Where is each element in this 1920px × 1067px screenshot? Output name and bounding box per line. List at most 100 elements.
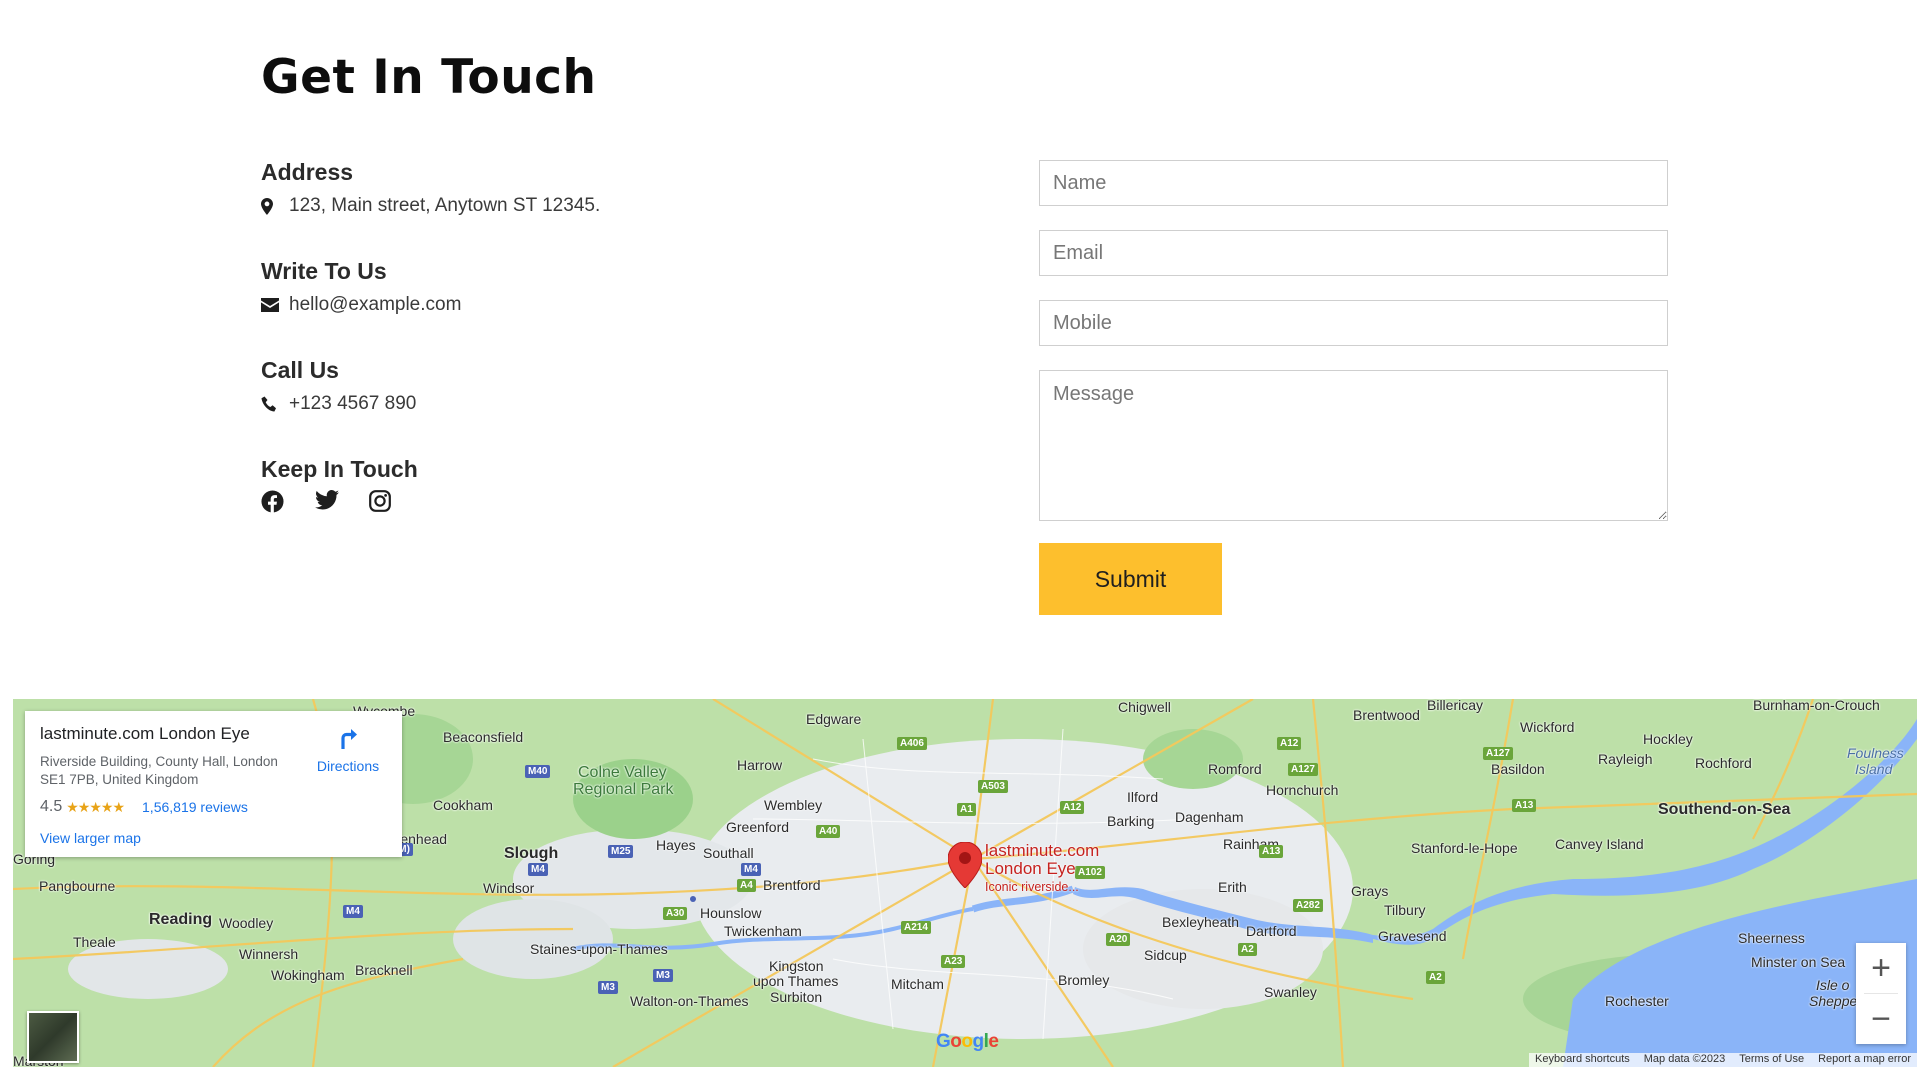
place-label: Theale [73, 934, 116, 950]
place-label: Ilford [1127, 789, 1159, 805]
place-label: Barking [1107, 813, 1155, 829]
road-badge: A30 [663, 907, 688, 920]
place-label: Dartford [1246, 923, 1297, 939]
place-label: Grays [1351, 883, 1389, 899]
place-label: Burnham-on-Crouch [1753, 699, 1880, 713]
place-label: Pangbourne [39, 878, 116, 894]
call-heading: Call Us [261, 357, 339, 383]
phone-row: +123 4567 890 [261, 391, 821, 417]
marker-label-line3: Iconic riverside... [985, 880, 1079, 894]
page-title: Get In Touch [261, 50, 597, 105]
envelope-icon [261, 298, 289, 312]
place-label: Wembley [764, 797, 823, 813]
place-label: Stanford-le-Hope [1411, 840, 1518, 856]
place-label: Southall [703, 845, 754, 861]
place-title: lastminute.com London Eye [40, 724, 250, 743]
place-label: Windsor [483, 880, 535, 896]
view-larger-map-link[interactable]: View larger map [40, 830, 141, 846]
road-badge: A40 [816, 825, 841, 838]
instagram-icon[interactable] [369, 490, 393, 514]
phone-value[interactable]: +123 4567 890 [289, 391, 416, 417]
social-links [261, 490, 821, 514]
reviews-link[interactable]: 1,56,819 reviews [142, 799, 248, 815]
road-badge: M4 [343, 905, 363, 918]
place-label: Sheerness [1738, 930, 1805, 946]
place-label: Beaconsfield [443, 729, 524, 745]
road-badge: A214 [901, 921, 931, 934]
google-logo: Google [936, 1031, 999, 1052]
email-value[interactable]: hello@example.com [289, 292, 461, 318]
facebook-icon[interactable] [261, 490, 285, 514]
road-badge: A2 [1426, 971, 1445, 984]
place-label: Erith [1218, 879, 1247, 895]
place-label: Island [1855, 761, 1893, 777]
place-label: Dagenham [1175, 809, 1244, 825]
directions-label: Directions [316, 758, 380, 774]
road-badge: A20 [1106, 933, 1131, 946]
terms-link[interactable]: Terms of Use [1739, 1053, 1804, 1067]
map-embed[interactable]: Chigwell Brentwood Billericay Burnham-on… [13, 699, 1917, 1067]
phone-icon [261, 396, 289, 413]
social-heading: Keep In Touch [261, 456, 418, 482]
rating-stars-icon: ★★★★★ [66, 798, 125, 815]
place-label: Surbiton [770, 989, 823, 1005]
place-label: Hounslow [700, 905, 762, 921]
zoom-in-button[interactable]: + [1856, 943, 1906, 993]
road-badge: A12 [1060, 801, 1085, 814]
mobile-field[interactable] [1039, 300, 1668, 346]
page: Get In Touch Address 123, Main street, A… [0, 0, 1920, 1067]
place-label: Southend-on-Sea [1658, 801, 1791, 818]
place-label: Woodley [219, 915, 274, 931]
satellite-toggle[interactable] [27, 1011, 79, 1063]
message-field[interactable] [1039, 370, 1668, 521]
road-badge: A12 [1277, 737, 1302, 750]
place-label: Greenford [726, 819, 790, 835]
place-label: Canvey Island [1555, 836, 1644, 852]
place-label: Chigwell [1118, 699, 1171, 715]
submit-button[interactable]: Submit [1039, 543, 1222, 615]
place-label: Cookham [433, 797, 493, 813]
place-label: Slough [504, 845, 559, 862]
keyboard-shortcuts-link[interactable]: Keyboard shortcuts [1535, 1053, 1630, 1067]
directions-icon [341, 729, 357, 749]
address-value: 123, Main street, Anytown ST 12345. [289, 195, 601, 216]
road-badge: A282 [1293, 899, 1323, 912]
social-block: Keep In Touch [261, 454, 821, 553]
report-error-link[interactable]: Report a map error [1818, 1053, 1911, 1067]
road-badge: M3 [653, 969, 673, 982]
email-row: hello@example.com [261, 292, 821, 318]
road-badge: A1 [957, 803, 976, 816]
map-pin-icon[interactable] [947, 841, 983, 893]
email-field[interactable] [1039, 230, 1668, 276]
road-badge: M3 [598, 981, 618, 994]
place-label: Romford [1208, 761, 1262, 777]
place-label: Regional Park [573, 781, 674, 798]
place-label: Mitcham [891, 976, 944, 992]
address-row: 123, Main street, Anytown ST 12345. [261, 193, 821, 219]
place-label: Bromley [1058, 972, 1110, 988]
rating-value: 4.5 [40, 798, 63, 815]
road-badge: A127 [1483, 747, 1513, 760]
place-label: Kingston [769, 958, 824, 974]
place-info-card: lastminute.com London Eye Riverside Buil… [25, 711, 402, 857]
map-marker-icon [261, 197, 289, 215]
road-badge: A4 [737, 879, 756, 892]
road-badge: A406 [897, 737, 927, 750]
place-address: Riverside Building, County Hall, London … [40, 754, 278, 787]
address-heading: Address [261, 159, 354, 185]
directions-button[interactable]: Directions [308, 725, 388, 774]
call-block: Call Us +123 4567 890 [261, 355, 821, 454]
place-label: Staines-upon-Thames [530, 941, 668, 957]
place-label: Gravesend [1378, 928, 1447, 944]
place-label: Brentford [763, 877, 821, 893]
place-label: Rayleigh [1598, 751, 1653, 767]
road-badge: A23 [941, 955, 966, 968]
place-label: Colne Valley [578, 764, 667, 781]
name-field[interactable] [1039, 160, 1668, 206]
write-heading: Write To Us [261, 258, 387, 284]
twitter-icon[interactable] [315, 490, 339, 514]
road-badge: M4 [528, 863, 548, 876]
place-label: Hockley [1643, 731, 1693, 747]
road-badge: M25 [608, 845, 634, 858]
zoom-out-button[interactable]: − [1856, 994, 1906, 1044]
